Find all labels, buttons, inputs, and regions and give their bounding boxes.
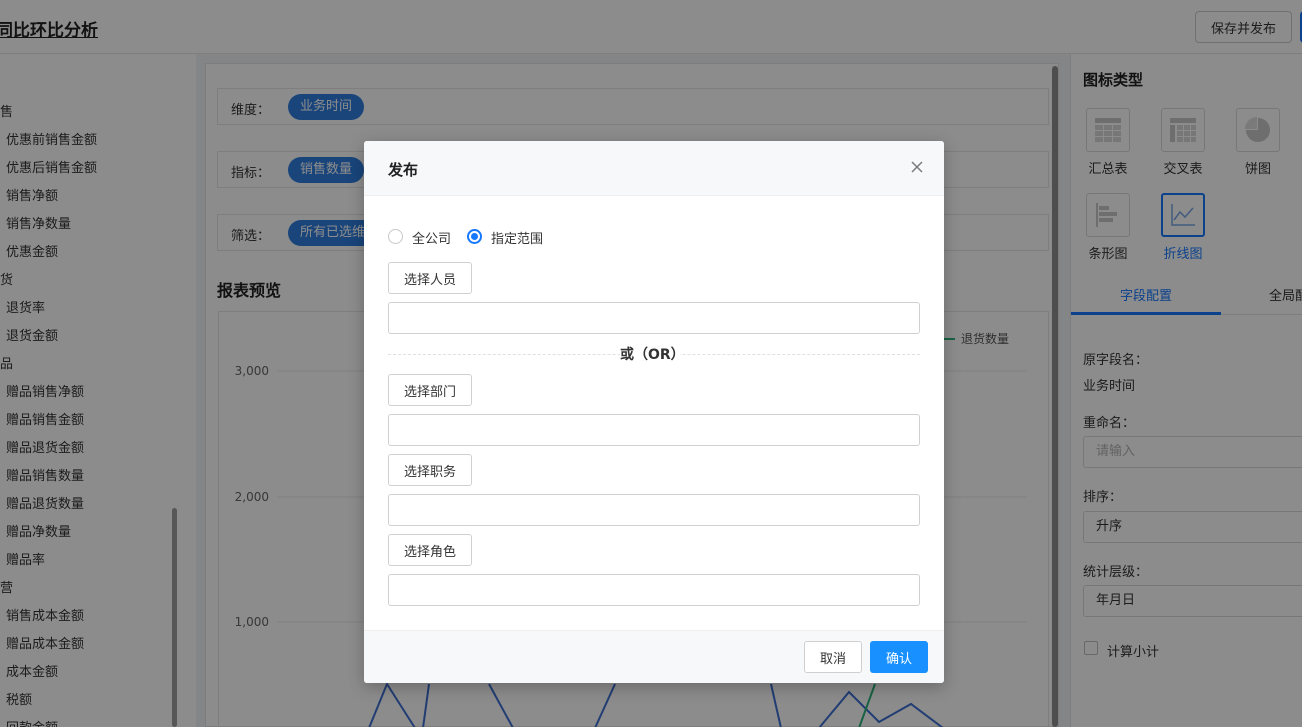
select-people-button[interactable]: 选择人员 xyxy=(388,262,472,294)
selected-department-box[interactable] xyxy=(388,414,920,446)
radio-whole-company[interactable] xyxy=(388,229,403,244)
select-department-button[interactable]: 选择部门 xyxy=(388,374,472,406)
dialog-title: 发布 xyxy=(388,161,419,179)
cancel-button[interactable]: 取消 xyxy=(804,641,862,673)
select-role-button[interactable]: 选择角色 xyxy=(388,534,472,566)
or-text: 或（OR） xyxy=(620,344,685,364)
radio-specified-scope[interactable] xyxy=(467,229,482,244)
selected-people-box[interactable] xyxy=(388,302,920,334)
close-icon[interactable] xyxy=(909,159,925,175)
dialog-header: 发布 xyxy=(364,141,944,196)
selected-role-box[interactable] xyxy=(388,574,920,606)
selected-position-box[interactable] xyxy=(388,494,920,526)
confirm-button[interactable]: 确认 xyxy=(870,641,928,673)
radio-specified-scope-label: 指定范围 xyxy=(491,232,544,247)
publish-dialog: 发布 全公司 指定范围 选择人员 或（OR） 选择部门 选择职务 选择角色 取消… xyxy=(364,141,944,683)
select-position-button[interactable]: 选择职务 xyxy=(388,454,472,486)
radio-whole-company-label: 全公司 xyxy=(412,232,452,247)
